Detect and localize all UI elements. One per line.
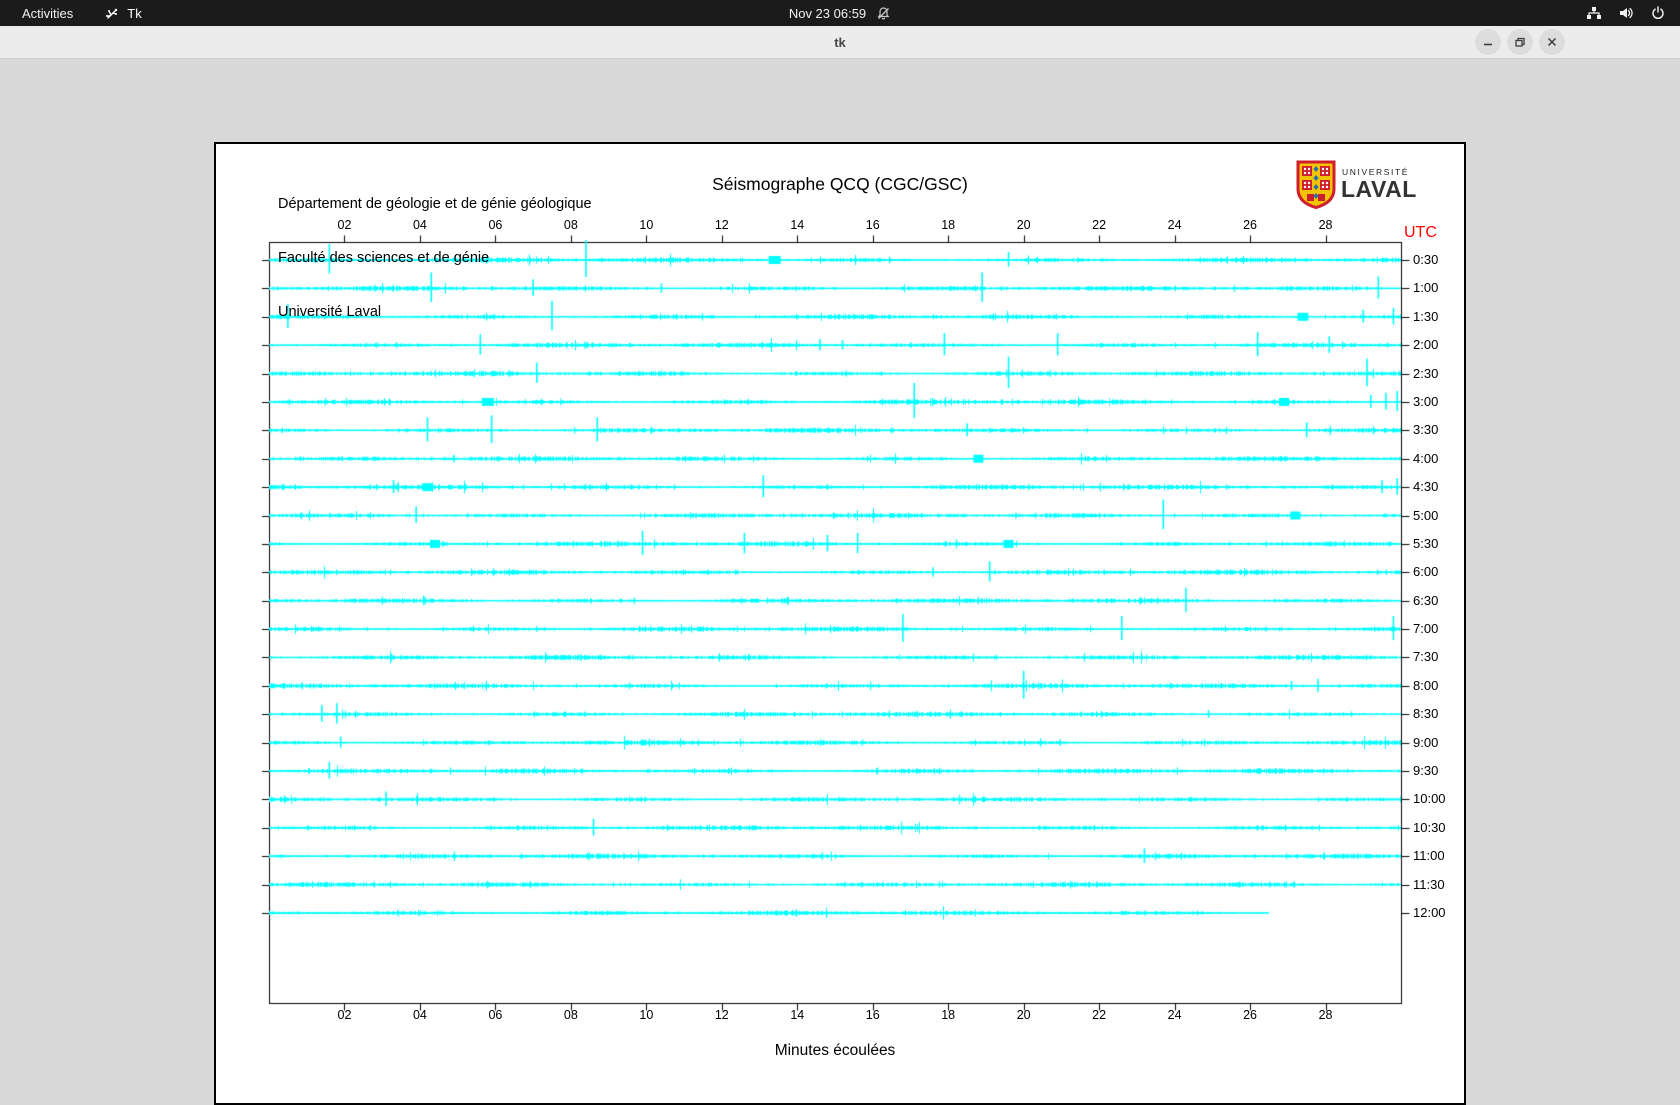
close-button[interactable] (1539, 29, 1565, 55)
window-body: Département de géologie et de génie géol… (0, 59, 1680, 1105)
volume-icon (1620, 7, 1633, 19)
minimize-icon (1484, 43, 1492, 46)
institution-line: Département de géologie et de génie géol… (278, 196, 592, 212)
system-status-area[interactable] (1586, 0, 1680, 26)
network-icon (1587, 7, 1601, 19)
laval-shield-icon (1296, 160, 1336, 209)
x-axis-title: Minutes écoulées (774, 1042, 896, 1059)
notifications-muted-icon (877, 6, 890, 19)
clock-label: Nov 23 06:59 (788, 5, 867, 21)
clock-menu[interactable]: Nov 23 06:59 (0, 0, 1680, 26)
activities-button[interactable]: Activities (16, 4, 79, 23)
power-icon (1652, 6, 1664, 20)
universite-laval-logo: UNIVERSITÉ LAVAL (1296, 160, 1456, 210)
window-title: tk (834, 34, 846, 50)
top-bar: Activities Tk Nov 23 06:59 (0, 0, 1680, 26)
seismograph-card: Département de géologie et de génie géol… (214, 142, 1466, 1105)
maximize-button[interactable] (1507, 29, 1533, 55)
minimize-button[interactable] (1475, 29, 1501, 55)
logo-text-laval: LAVAL (1341, 176, 1417, 202)
close-icon (1547, 37, 1557, 47)
tk-app-indicator-label: Tk (127, 5, 142, 21)
institution-line: Université Laval (278, 304, 382, 320)
tk-app-indicator[interactable]: Tk (105, 5, 142, 21)
window-titlebar[interactable]: tk (0, 26, 1680, 59)
page-title: Séismographe QCQ (CGC/GSC) (712, 174, 968, 194)
maximize-icon (1515, 37, 1525, 47)
institution-line: Faculté des sciences et de génie (278, 250, 490, 266)
utc-axis-title: UTC (1404, 224, 1437, 241)
tk-app-icon (106, 8, 118, 19)
